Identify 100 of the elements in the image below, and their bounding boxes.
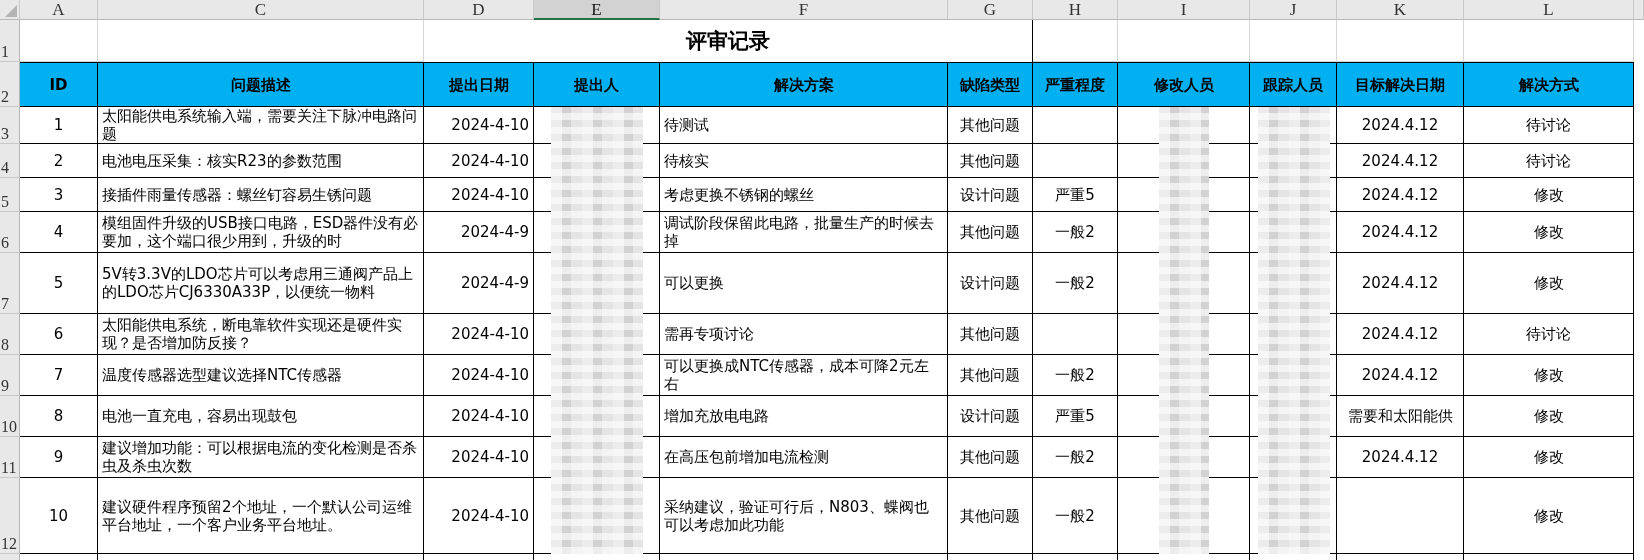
table-cell: 2024-4-9 [460, 223, 529, 241]
table-cell: 2024-4-10 [451, 185, 529, 204]
table-cell: 增加充放电电路 [664, 407, 769, 425]
table-cell: 一般2 [1055, 448, 1095, 466]
table-cell: 3 [53, 185, 64, 204]
table-cell: 修改 [1533, 366, 1564, 384]
table-cell: 模组固件升级的USB接口电路，ESD器件没有必要加，这个端口很少用到，升级的时 [102, 214, 419, 250]
table-cell-text: 建议增加功能：可以根据电流的变化检测是否杀虫及杀虫次数 [102, 439, 418, 475]
table-cell: 修改 [1533, 407, 1564, 425]
column-title: ID [20, 62, 98, 107]
table-cell-text: 建议硬件程序预留2个地址，一个默认公司运维平台地址，一个客户业务平台地址。 [102, 497, 413, 534]
table-cell: 2024-4-10 [451, 407, 529, 425]
table-cell: 6 [53, 325, 64, 343]
column-title: 跟踪人员 [1250, 62, 1337, 107]
table-cell: 设计问题 [960, 185, 1020, 204]
column-header[interactable]: J [1250, 0, 1337, 20]
table-cell: 可以更换 [664, 274, 724, 292]
row-header[interactable]: 2 [0, 62, 20, 107]
table-cell: 设计问题 [960, 274, 1020, 292]
table-cell: 2024-4-9 [460, 274, 529, 292]
table-cell: 修改 [1533, 274, 1564, 292]
column-header[interactable]: D [424, 0, 534, 20]
column-header[interactable]: L [1464, 0, 1634, 20]
column-title: 解决方式 [1464, 62, 1634, 107]
select-all-icon[interactable] [5, 5, 17, 17]
column-header[interactable]: K [1337, 0, 1464, 20]
column-title: 缺陷类型 [948, 62, 1033, 107]
column-header[interactable]: I [1118, 0, 1250, 20]
table-cell: 一般2 [1055, 274, 1095, 292]
row-header[interactable]: 12 [0, 478, 20, 554]
column-header[interactable]: G [948, 0, 1033, 20]
table-cell-text: 太阳能供电系统，断电靠软件实现还是硬件实现？是否增加防反接？ [102, 316, 403, 352]
table-cell: 需再专项讨论 [664, 325, 754, 343]
table-cell: 8 [53, 407, 64, 425]
table-cell: 其他问题 [960, 223, 1020, 241]
column-title: 严重程度 [1033, 62, 1118, 107]
table-cell-text: 5V转3.3V的LDO芯片可以考虑用三通阀产品上的LDO芯片CJ6330A33P，以便统一物料 [102, 265, 414, 301]
column-header[interactable]: C [98, 0, 424, 20]
column-header[interactable]: E [534, 0, 660, 20]
table-cell: 待讨论 [1526, 325, 1571, 343]
table-cell: 修改 [1533, 185, 1564, 204]
table-cell: 待讨论 [1526, 151, 1571, 170]
table-cell: 待核实 [664, 151, 709, 170]
table-cell: 修改 [1533, 223, 1564, 241]
table-cell: 严重5 [1055, 407, 1095, 425]
empty-column-header [1634, 0, 1644, 20]
table-cell-text: 调试阶段保留此电路，批量生产的时候去掉 [664, 214, 935, 250]
table-cell: 一般2 [1055, 506, 1095, 525]
table-cell: 2024.4.12 [1361, 185, 1439, 204]
row-header[interactable]: 5 [0, 178, 20, 212]
table-cell: 7 [53, 366, 64, 384]
table-cell: 2024-4-10 [451, 448, 529, 466]
row-header[interactable]: 9 [0, 355, 20, 396]
column-title: 问题描述 [98, 62, 424, 107]
table-cell: 待测试 [664, 116, 709, 134]
table-cell: 一般2 [1055, 366, 1095, 384]
table-cell: 2024.4.12 [1361, 151, 1439, 170]
table-cell: 修改 [1533, 448, 1564, 466]
table-cell: 其他问题 [960, 116, 1020, 134]
table-cell: 2024.4.12 [1361, 223, 1439, 241]
table-cell: 2024.4.12 [1361, 325, 1439, 343]
table-cell: 2024.4.12 [1361, 448, 1439, 466]
row-header[interactable]: 1 [0, 20, 20, 62]
table-cell: 2024.4.12 [1361, 366, 1439, 384]
row-header[interactable]: 11 [0, 437, 20, 478]
row-header[interactable]: 3 [0, 107, 20, 144]
table-cell: 其他问题 [960, 366, 1020, 384]
column-header[interactable]: A [20, 0, 98, 20]
table-cell-text: 采纳建议，验证可行后，N803、蝶阀也可以考虑加此功能 [664, 497, 930, 534]
table-cell: 在高压包前增加电流检测 [664, 448, 829, 466]
table-cell: 考虑更换不锈钢的螺丝 [664, 185, 814, 204]
table-cell: 5 [53, 274, 64, 292]
table-cell: 1 [53, 116, 64, 134]
table-cell: 一般2 [1055, 223, 1095, 241]
column-title: 提出人 [534, 62, 660, 107]
row-header[interactable]: 10 [0, 396, 20, 437]
table-cell: 9 [53, 448, 64, 466]
column-header[interactable]: H [1033, 0, 1118, 20]
table-cell: 2024-4-10 [451, 116, 529, 134]
table-cell: 4 [53, 223, 64, 241]
table-cell: 其他问题 [960, 448, 1020, 466]
table-cell: 2024-4-10 [451, 366, 529, 384]
column-header[interactable]: F [660, 0, 948, 20]
table-cell-text: 太阳能供电系统输入端，需要关注下脉冲电路问题 [102, 107, 418, 143]
table-cell: 设计问题 [960, 407, 1020, 425]
row-header[interactable]: 7 [0, 253, 20, 314]
row-header[interactable]: 6 [0, 212, 20, 253]
table-cell: 接插件雨量传感器：螺丝钉容易生锈问题 [102, 185, 372, 204]
table-cell: 电池一直充电，容易出现鼓包 [102, 407, 297, 425]
table-cell: 温度传感器选型建议选择NTC传感器 [102, 366, 342, 384]
table-cell-text: 可以更换成NTC传感器，成本可降2元左右 [664, 357, 930, 393]
table-cell: 修改 [1533, 506, 1564, 525]
row-header[interactable]: 8 [0, 314, 20, 355]
table-cell: 其他问题 [960, 325, 1020, 343]
row-header[interactable]: 4 [0, 144, 20, 178]
table-cell: 2024-4-10 [451, 151, 529, 170]
table-cell: 2024.4.12 [1361, 116, 1439, 134]
row-header[interactable] [0, 554, 20, 560]
table-cell: 严重5 [1055, 185, 1095, 204]
table-cell: 电池电压采集：核实R23的参数范围 [102, 151, 342, 170]
